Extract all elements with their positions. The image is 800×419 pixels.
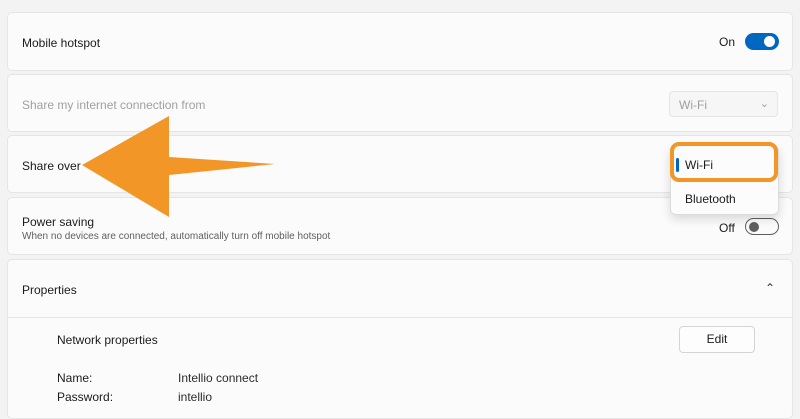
toggle-knob bbox=[764, 36, 775, 47]
property-key-name: Name: bbox=[57, 371, 93, 385]
property-key-password: Password: bbox=[57, 390, 114, 404]
power-saving-description: When no devices are connected, automatic… bbox=[22, 231, 331, 242]
property-value-name: Intellio connect bbox=[178, 371, 259, 385]
edit-button[interactable]: Edit bbox=[679, 326, 755, 353]
share-from-select: Wi-Fi ⌄ bbox=[669, 91, 778, 117]
highlight-box bbox=[670, 142, 778, 182]
menu-item-bluetooth[interactable]: Bluetooth bbox=[671, 183, 778, 213]
share-over-label: Share over bbox=[22, 159, 81, 173]
property-value-password: intellio bbox=[178, 390, 213, 404]
power-saving-label: Power saving bbox=[22, 215, 95, 229]
mobile-hotspot-toggle[interactable] bbox=[745, 33, 779, 50]
mobile-hotspot-label: Mobile hotspot bbox=[22, 36, 101, 50]
share-from-label: Share my internet connection from bbox=[22, 98, 206, 112]
chevron-up-icon[interactable]: ⌃ bbox=[765, 281, 775, 295]
properties-expander-header[interactable] bbox=[7, 259, 793, 317]
mobile-hotspot-state-text: On bbox=[719, 35, 736, 49]
power-saving-toggle[interactable] bbox=[745, 218, 779, 235]
network-properties-label: Network properties bbox=[57, 333, 158, 347]
mobile-hotspot-card: Mobile hotspot bbox=[7, 12, 793, 71]
menu-item-label: Bluetooth bbox=[685, 192, 736, 206]
power-saving-state-text: Off bbox=[719, 221, 735, 235]
properties-divider bbox=[7, 317, 793, 318]
share-from-value: Wi-Fi bbox=[679, 98, 707, 112]
toggle-knob bbox=[749, 221, 759, 232]
chevron-down-icon: ⌄ bbox=[759, 98, 769, 110]
